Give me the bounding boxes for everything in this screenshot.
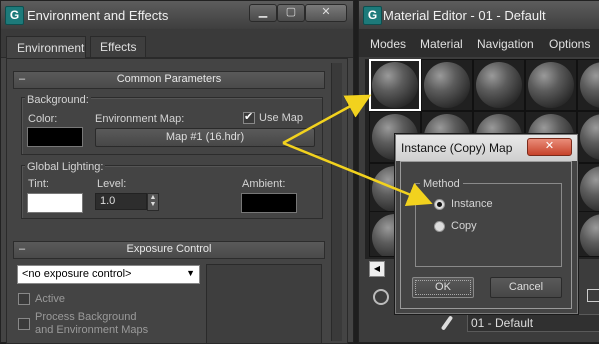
- annotation-arrows: [282, 94, 433, 207]
- arrow-to-sample-slot: [282, 94, 372, 145]
- arrow-to-instance-option: [282, 141, 433, 207]
